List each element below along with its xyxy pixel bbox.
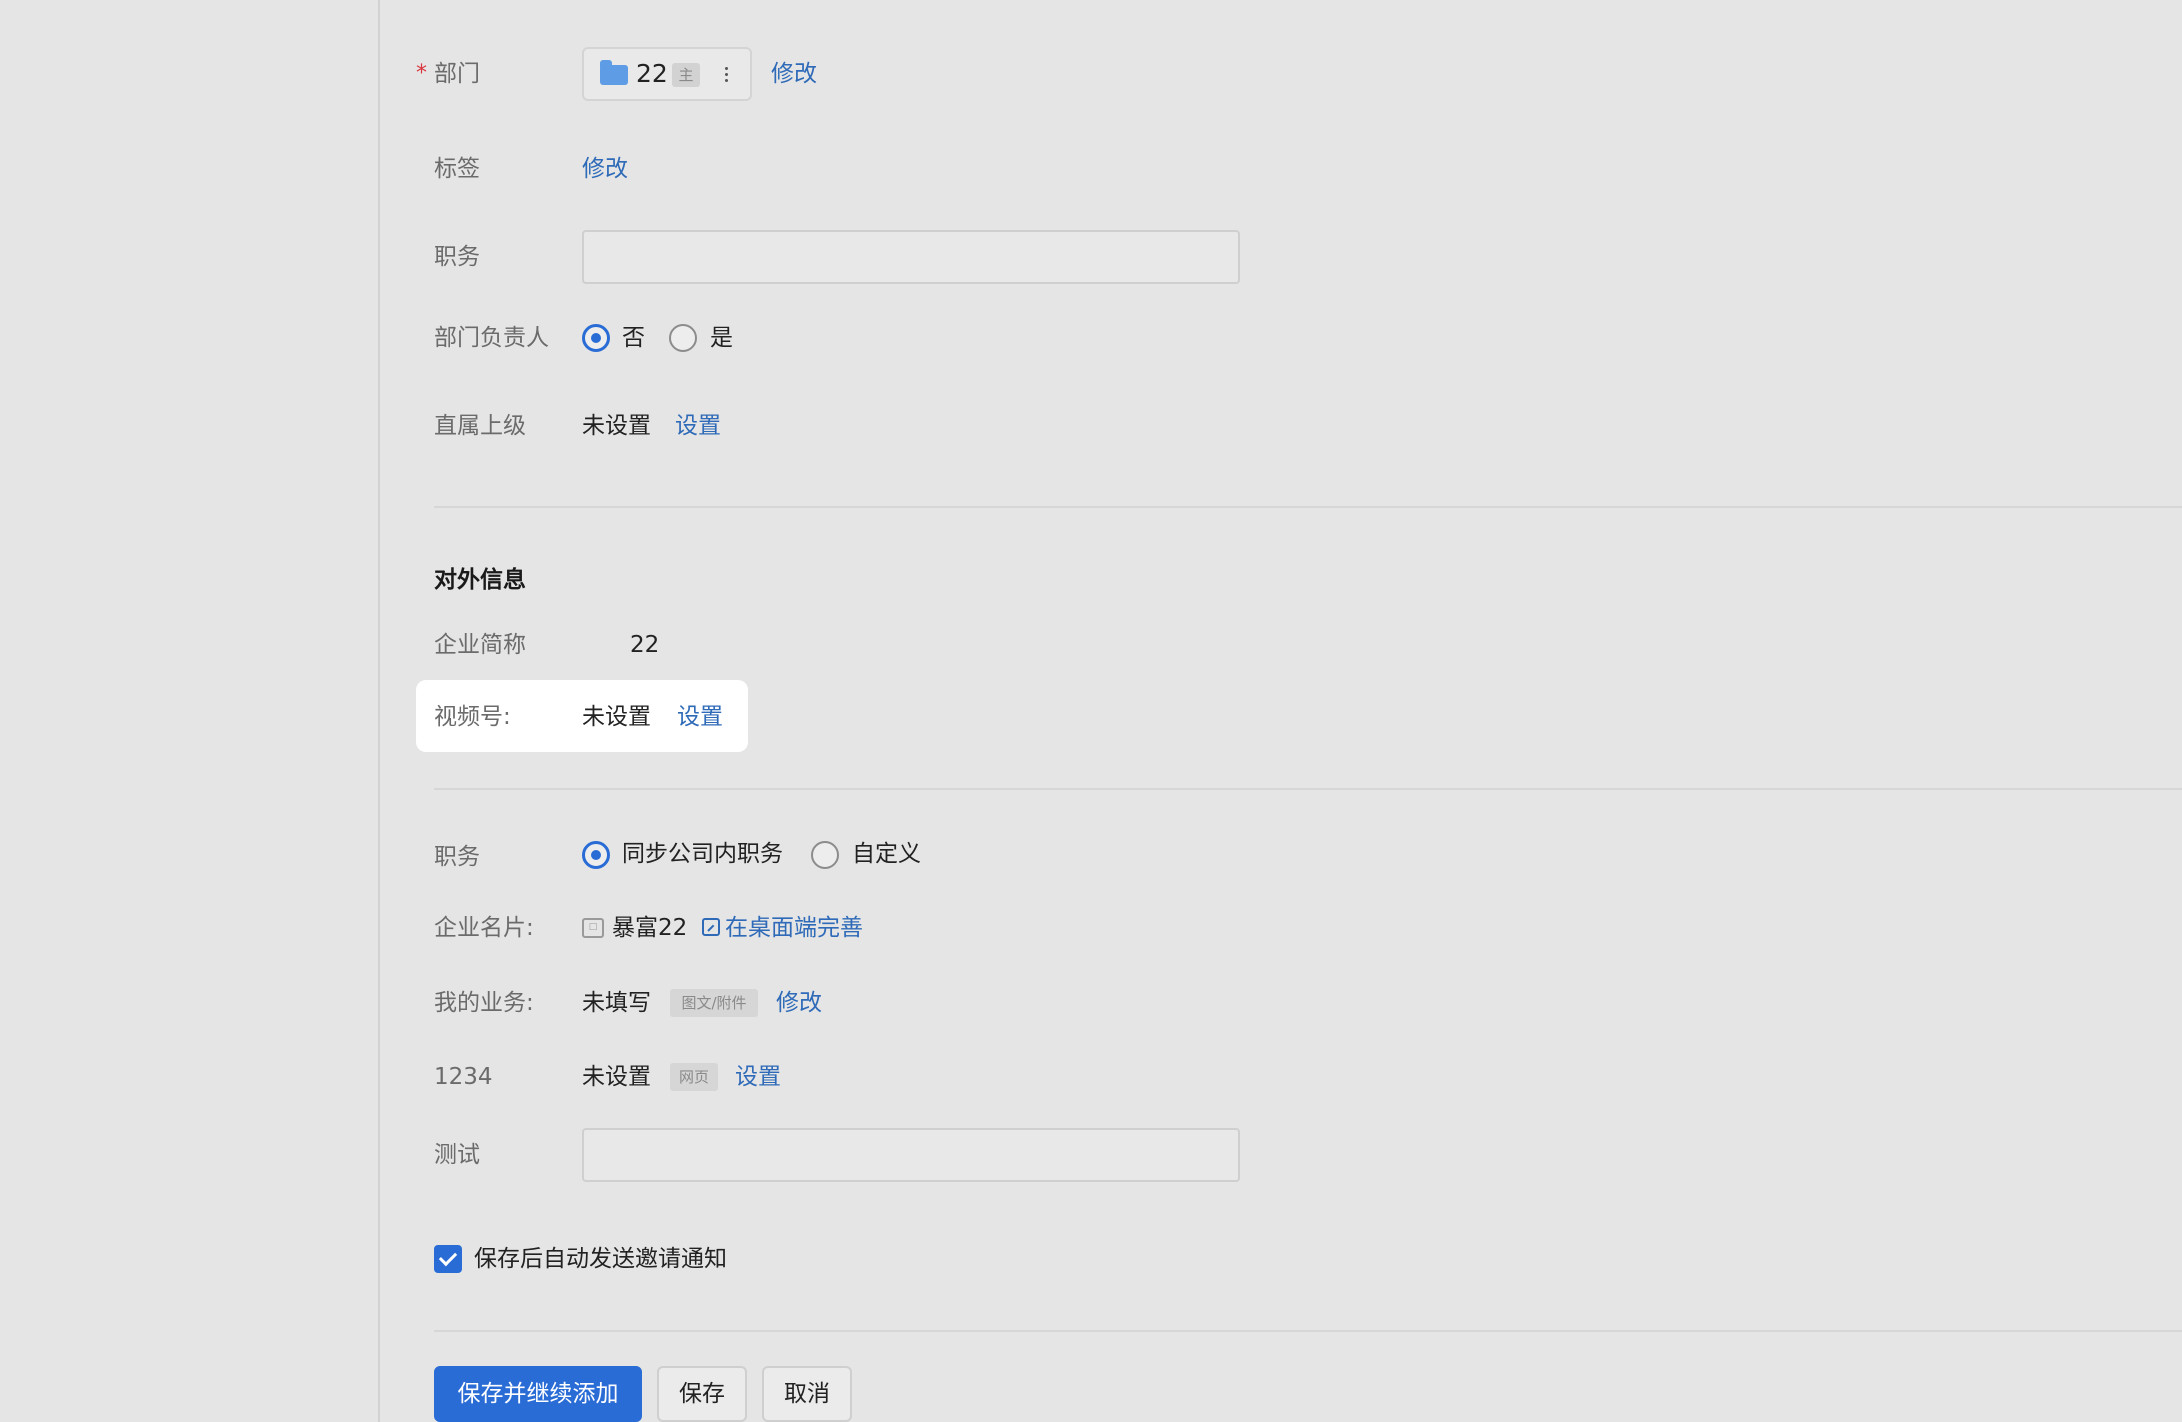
department-edit-link[interactable]: 修改 xyxy=(771,58,817,90)
department-label: 部门 xyxy=(434,61,480,87)
video-account-label: 视频号: xyxy=(434,704,511,730)
business-card-label: 企业名片: xyxy=(434,915,534,941)
test-field-input[interactable] xyxy=(582,1128,1240,1182)
business-card-value: 暴富22 xyxy=(612,915,688,941)
more-vertical-icon[interactable] xyxy=(720,59,732,89)
department-chip-value: 22 xyxy=(636,59,668,88)
direct-superior-value: 未设置 xyxy=(582,413,651,439)
sidebar-divider xyxy=(378,0,380,1422)
my-business-label: 我的业务: xyxy=(434,990,534,1016)
auto-invite-label: 保存后自动发送邀请通知 xyxy=(474,1246,727,1272)
external-position-radio-custom[interactable] xyxy=(811,841,839,869)
department-chip[interactable]: 22 主 xyxy=(582,47,752,101)
field-1234-value: 未设置 xyxy=(582,1064,651,1090)
my-business-edit-link[interactable]: 修改 xyxy=(776,987,822,1019)
primary-badge: 主 xyxy=(672,63,700,87)
dept-head-radio-no[interactable] xyxy=(582,324,610,352)
external-position-radio-sync[interactable] xyxy=(582,841,610,869)
dept-head-option-yes: 是 xyxy=(710,325,733,351)
video-account-value: 未设置 xyxy=(582,704,651,730)
position-input[interactable] xyxy=(582,230,1240,284)
dept-head-radio-yes[interactable] xyxy=(669,324,697,352)
company-short-name-value: 22 xyxy=(630,632,660,658)
cancel-button[interactable]: 取消 xyxy=(762,1366,852,1422)
test-field-label: 测试 xyxy=(434,1142,480,1168)
external-info-title: 对外信息 xyxy=(434,567,526,593)
business-card-icon: □ xyxy=(582,918,604,938)
position-label: 职务 xyxy=(434,244,480,270)
auto-invite-checkbox[interactable] xyxy=(434,1245,462,1273)
external-position-option-sync: 同步公司内职务 xyxy=(622,841,783,867)
external-position-option-custom: 自定义 xyxy=(852,841,921,867)
dept-head-option-no: 否 xyxy=(622,325,645,351)
field-1234-set-link[interactable]: 设置 xyxy=(735,1061,781,1093)
my-business-tag: 图文/附件 xyxy=(670,989,758,1017)
my-business-value: 未填写 xyxy=(582,990,651,1016)
section-divider-2 xyxy=(434,788,2182,790)
save-button[interactable]: 保存 xyxy=(657,1366,747,1422)
tags-edit-link[interactable]: 修改 xyxy=(582,153,628,185)
folder-icon xyxy=(600,60,628,85)
field-1234-label: 1234 xyxy=(434,1064,493,1090)
required-mark: * xyxy=(416,61,427,86)
field-1234-tag: 网页 xyxy=(670,1063,718,1091)
dept-head-label: 部门负责人 xyxy=(434,325,549,351)
tags-label: 标签 xyxy=(434,156,480,182)
video-account-set-link[interactable]: 设置 xyxy=(677,701,723,733)
business-card-complete-link[interactable]: 在桌面端完善 xyxy=(725,912,863,944)
section-divider-3 xyxy=(434,1330,2182,1332)
direct-superior-label: 直属上级 xyxy=(434,413,526,439)
external-position-label: 职务 xyxy=(434,844,480,870)
direct-superior-set-link[interactable]: 设置 xyxy=(675,410,721,442)
section-divider xyxy=(434,506,2182,508)
external-link-icon xyxy=(702,918,720,936)
save-and-continue-button[interactable]: 保存并继续添加 xyxy=(434,1366,642,1422)
company-short-name-label: 企业简称 xyxy=(434,632,526,658)
